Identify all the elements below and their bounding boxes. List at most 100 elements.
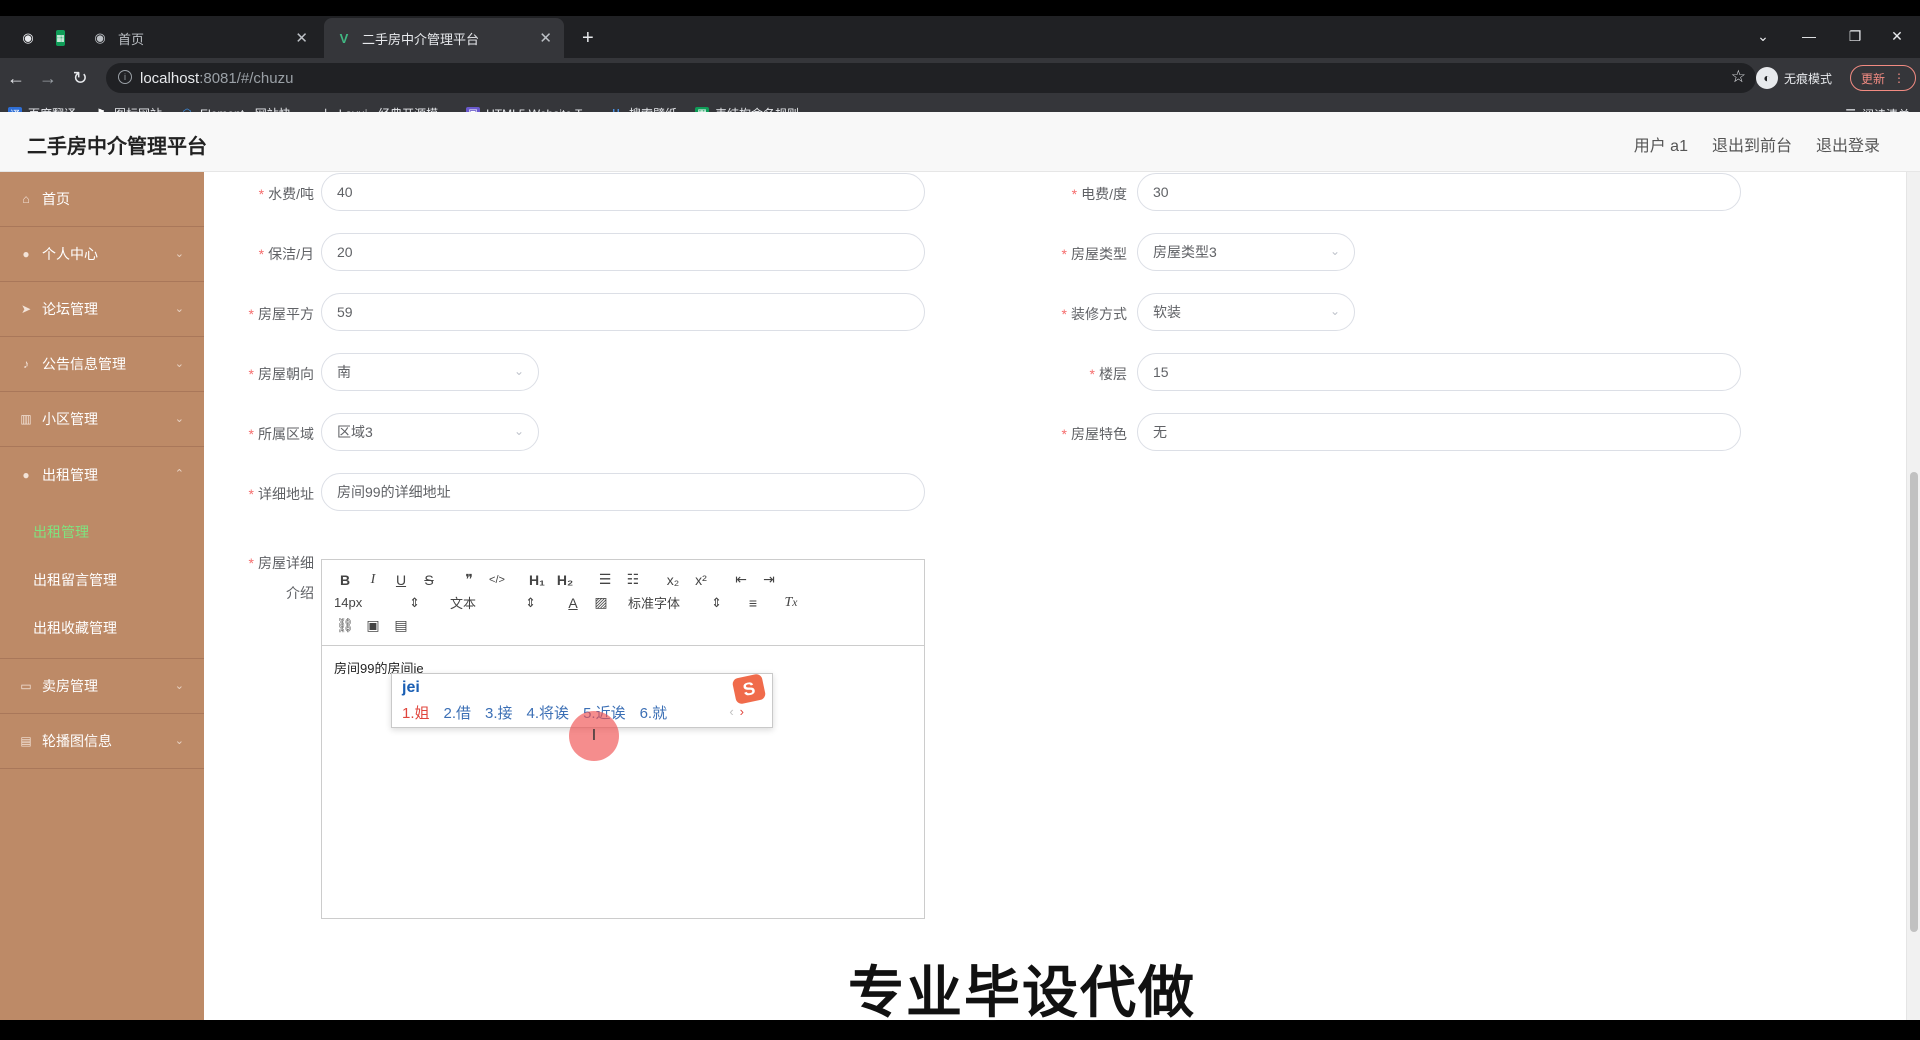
picture-icon: ▤ xyxy=(20,734,32,748)
url-bar[interactable]: i localhost:8081/#/chuzu ☆ xyxy=(106,63,1756,93)
sidebar-item-carousel[interactable]: ▤ 轮播图信息 ⌄ xyxy=(0,714,204,769)
star-icon[interactable]: ☆ xyxy=(1731,67,1746,87)
house-type-select[interactable]: 房屋类型3 ⌄ xyxy=(1137,233,1355,271)
text-style-select[interactable]: 文本 ⇕ xyxy=(450,593,536,612)
ime-candidates: 1.姐 2.借 3.接 4.将诶 5.近诶 6.就 xyxy=(402,702,667,723)
quote-icon[interactable]: ❞ xyxy=(458,571,480,588)
superscript-button[interactable]: x² xyxy=(690,572,712,588)
window-close-icon[interactable]: ✕ xyxy=(1874,16,1920,56)
image-icon[interactable]: ▣ xyxy=(362,617,384,634)
updown-icon: ⇕ xyxy=(409,594,420,610)
sidebar-item-community[interactable]: ▥ 小区管理 ⌄ xyxy=(0,392,204,447)
incognito-indicator[interactable]: ◐ 无痕模式 xyxy=(1756,64,1832,92)
video-icon[interactable]: ▤ xyxy=(390,617,412,634)
more-icon: ⋮ xyxy=(1893,71,1905,85)
ime-candidate[interactable]: 1.姐 xyxy=(402,702,430,723)
app-header: 二手房中介管理平台 用户 a1 退出到前台 退出登录 xyxy=(0,112,1920,172)
decoration-select[interactable]: 软装 ⌄ xyxy=(1137,293,1355,331)
link-icon[interactable]: ⛓ xyxy=(334,617,356,634)
ime-candidate[interactable]: 4.将诶 xyxy=(527,702,570,723)
chevron-down-icon: ⌄ xyxy=(174,735,184,747)
scrollbar-thumb[interactable] xyxy=(1910,472,1918,932)
underline-button[interactable]: U xyxy=(390,572,412,588)
update-button[interactable]: 更新 ⋮ xyxy=(1850,65,1916,91)
sidebar-item-notice[interactable]: ♪ 公告信息管理 ⌄ xyxy=(0,337,204,392)
sidebar-subitem-rental-favorites[interactable]: 出租收藏管理 xyxy=(0,604,204,652)
bold-button[interactable]: B xyxy=(334,572,356,588)
sidebar-item-home[interactable]: ⌂ 首页 xyxy=(0,172,204,227)
new-tab-button[interactable]: + xyxy=(570,18,600,58)
tab-app[interactable]: V 二手房中介管理平台 ✕ xyxy=(324,18,564,58)
restore-icon[interactable]: ❐ xyxy=(1832,16,1878,56)
address-input[interactable]: 房间99的详细地址 xyxy=(321,473,925,511)
subscript-button[interactable]: x₂ xyxy=(662,572,684,588)
tab-home[interactable]: ◉ 首页 ✕ xyxy=(80,18,320,58)
sidebar-item-sale[interactable]: ▭ 卖房管理 ⌄ xyxy=(0,659,204,714)
background-color-icon[interactable]: ▨ xyxy=(590,594,612,611)
ime-composition: jei xyxy=(402,679,420,696)
close-icon[interactable]: ✕ xyxy=(295,29,308,47)
font-color-icon[interactable]: A xyxy=(562,595,584,611)
browser-menu-icon[interactable]: ◉ xyxy=(8,18,48,58)
orientation-select[interactable]: 南 ⌄ xyxy=(321,353,539,391)
chevron-down-icon: ⌄ xyxy=(174,248,184,260)
chart-icon: ▥ xyxy=(20,412,32,426)
mouse-cursor-indicator: I xyxy=(569,711,619,761)
area-label: * 房屋平方 xyxy=(248,306,314,322)
sidebar-subitem-rental-messages[interactable]: 出租留言管理 xyxy=(0,556,204,604)
sidebar-item-profile[interactable]: ● 个人中心 ⌄ xyxy=(0,227,204,282)
code-icon[interactable]: </> xyxy=(486,574,508,586)
tab-search-icon[interactable]: ⌄ xyxy=(1740,16,1786,56)
back-icon[interactable]: ← xyxy=(2,64,30,92)
font-size-select[interactable]: 14px ⇕ xyxy=(334,595,420,611)
area-input[interactable]: 59 xyxy=(321,293,925,331)
clear-format-icon[interactable]: Tx xyxy=(780,595,802,611)
close-icon[interactable]: ✕ xyxy=(539,29,552,47)
reload-icon[interactable]: ↻ xyxy=(66,64,94,92)
back-to-front-link[interactable]: 退出到前台 xyxy=(1712,132,1792,156)
watermark-text: 专业毕设代做 xyxy=(848,961,1196,1024)
font-family-select[interactable]: 标准字体 ⇕ xyxy=(628,593,722,612)
sidebar-item-forum[interactable]: ➤ 论坛管理 ⌄ xyxy=(0,282,204,337)
strike-button[interactable]: S xyxy=(418,572,440,588)
sidebar-item-rental[interactable]: ● 出租管理 ⌃ xyxy=(0,447,204,502)
logout-link[interactable]: 退出登录 xyxy=(1816,132,1880,156)
house-type-label: * 房屋类型 xyxy=(1061,246,1127,262)
ime-candidate[interactable]: 3.接 xyxy=(485,702,513,723)
align-icon[interactable]: ≡ xyxy=(742,595,764,611)
rental-submenu: 出租管理 出租留言管理 出租收藏管理 xyxy=(0,502,204,659)
cleaning-label: * 保洁/月 xyxy=(258,246,314,262)
cleaning-input[interactable]: 20 xyxy=(321,233,925,271)
app-title: 二手房中介管理平台 xyxy=(27,136,207,158)
info-icon[interactable]: i xyxy=(118,70,132,84)
feature-input[interactable]: 无 xyxy=(1137,413,1741,451)
ime-candidate[interactable]: 2.借 xyxy=(444,702,472,723)
chevron-right-icon[interactable]: › xyxy=(740,704,744,719)
minimize-icon[interactable]: — xyxy=(1786,16,1832,56)
water-fee-input[interactable]: 40 xyxy=(321,173,925,211)
tab-label: 首页 xyxy=(118,31,145,47)
chevron-left-icon[interactable]: ‹ xyxy=(729,704,733,719)
sheet-tab-icon[interactable]: ▦ xyxy=(44,18,74,58)
h1-button[interactable]: H₁ xyxy=(526,572,548,588)
indent-icon[interactable]: ⇥ xyxy=(758,571,780,588)
region-select[interactable]: 区域3 ⌄ xyxy=(321,413,539,451)
bullet-list-icon[interactable]: ☷ xyxy=(622,571,644,588)
italic-button[interactable]: I xyxy=(362,572,384,588)
incognito-label: 无痕模式 xyxy=(1784,71,1833,86)
globe-icon: ◉ xyxy=(94,30,106,45)
feature-label: * 房屋特色 xyxy=(1061,426,1127,442)
updown-icon: ⇕ xyxy=(525,594,536,610)
floor-input[interactable]: 15 xyxy=(1137,353,1741,391)
ordered-list-icon[interactable]: ☰ xyxy=(594,571,616,588)
outdent-icon[interactable]: ⇤ xyxy=(730,571,752,588)
page-scrollbar[interactable] xyxy=(1906,172,1920,1020)
sidebar-subitem-rental[interactable]: 出租管理 xyxy=(0,508,204,556)
browser-tabbar: ◉ ▦ ◉ 首页 ✕ V 二手房中介管理平台 ✕ + ⌄ — ❐ ✕ xyxy=(0,16,1920,58)
bell-icon: ♪ xyxy=(23,357,29,371)
ime-pager[interactable]: ‹ › xyxy=(729,704,744,719)
h2-button[interactable]: H₂ xyxy=(554,572,576,588)
ime-candidate[interactable]: 6.就 xyxy=(640,702,668,723)
forward-icon[interactable]: → xyxy=(34,64,62,92)
electric-fee-input[interactable]: 30 xyxy=(1137,173,1741,211)
